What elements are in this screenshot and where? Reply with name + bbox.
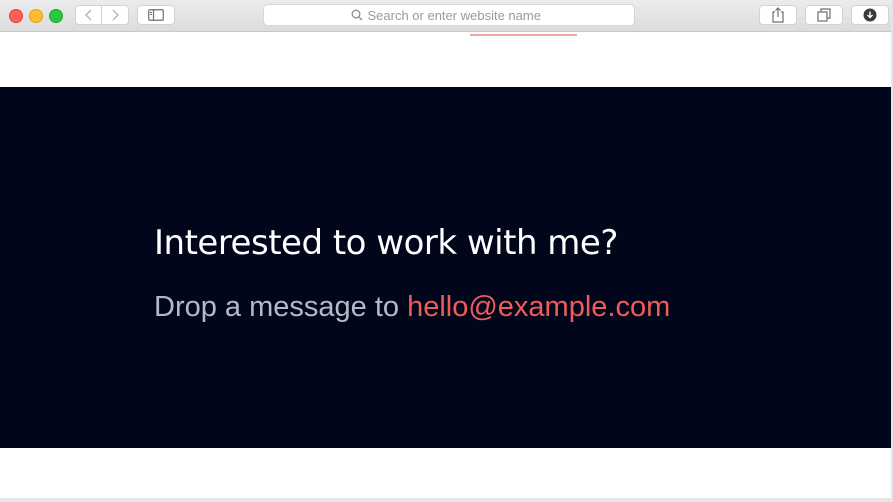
sidebar-toggle-button[interactable] <box>137 5 175 25</box>
active-nav-underline <box>470 34 577 36</box>
cta-message: Drop a message to hello@example.com <box>154 291 670 324</box>
email-link[interactable]: hello@example.com <box>407 291 670 323</box>
tabs-overview-icon <box>817 8 831 22</box>
downloads-button[interactable] <box>851 5 889 25</box>
chevron-right-icon <box>112 9 120 21</box>
back-button[interactable] <box>75 5 102 25</box>
share-button[interactable] <box>759 5 797 25</box>
close-window-button[interactable] <box>9 9 23 23</box>
minimize-window-button[interactable] <box>29 9 43 23</box>
forward-button[interactable] <box>102 5 129 25</box>
tab-overview-button[interactable] <box>805 5 843 25</box>
page-footer-area <box>0 448 891 498</box>
chevron-left-icon <box>84 9 92 21</box>
cta-message-prefix: Drop a message to <box>154 291 408 323</box>
address-input[interactable] <box>367 7 548 23</box>
sidebar-icon <box>148 9 164 21</box>
share-icon <box>772 7 784 23</box>
address-bar[interactable] <box>263 4 635 26</box>
contact-cta-section: Interested to work with me? Drop a messa… <box>0 87 891 448</box>
browser-window: Interested to work with me? Drop a messa… <box>0 0 891 498</box>
cta-heading: Interested to work with me? <box>154 223 618 263</box>
browser-toolbar <box>0 0 891 32</box>
download-icon <box>863 8 877 22</box>
web-page: Interested to work with me? Drop a messa… <box>0 32 891 498</box>
search-icon <box>351 9 362 21</box>
zoom-window-button[interactable] <box>49 9 63 23</box>
